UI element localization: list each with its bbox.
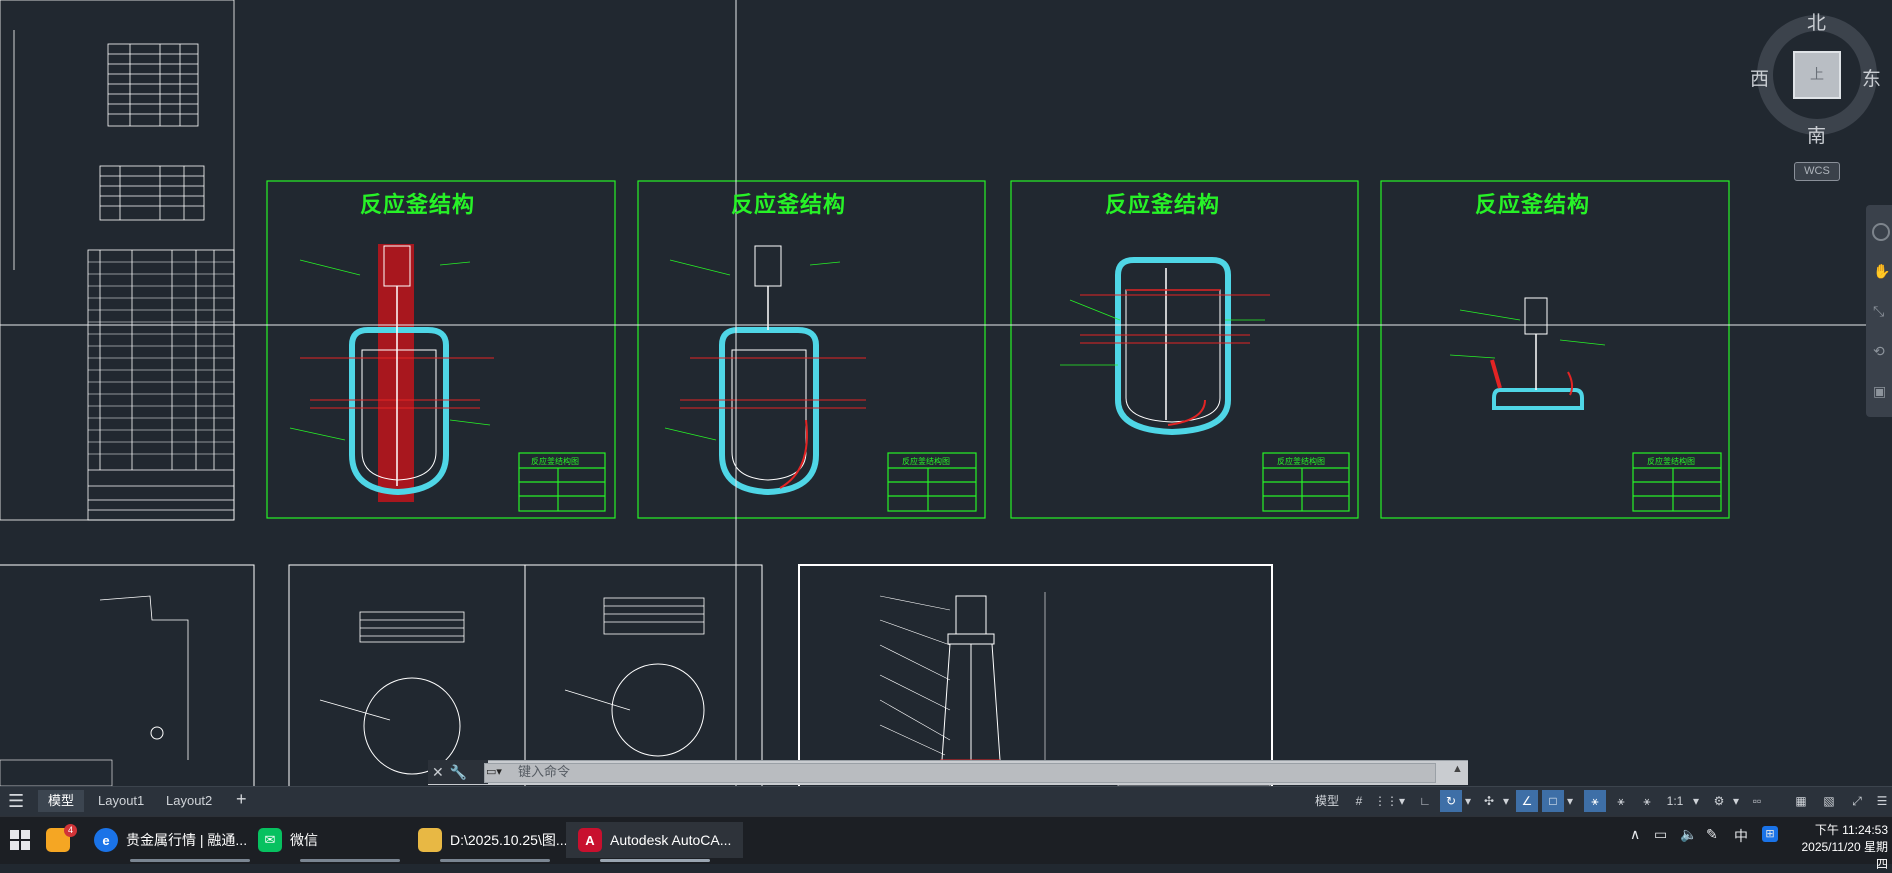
- viewcube-east[interactable]: 东: [1862, 64, 1881, 91]
- object-snap-icon[interactable]: □: [1542, 790, 1564, 812]
- viewcube-west[interactable]: 西: [1750, 64, 1769, 91]
- volume-muted-icon[interactable]: 🔈: [1680, 826, 1697, 843]
- parts-list-rows: [88, 261, 234, 455]
- workspace-gear-icon[interactable]: ⚙: [1708, 790, 1730, 812]
- taskbar-autocad-label: Autodesk AutoCA...: [610, 832, 732, 848]
- command-history-icon[interactable]: ▭▾: [486, 765, 514, 779]
- table-title-1: 反应釜结构图: [531, 457, 579, 466]
- autocad-icon: A: [578, 828, 602, 852]
- viewcube-face-top[interactable]: 上: [1810, 64, 1824, 84]
- taskbar-wechat-label: 微信: [290, 832, 318, 848]
- full-navigation-wheel-icon[interactable]: [1872, 223, 1890, 241]
- navigation-bar[interactable]: ✋ ⤡ ⟲ ▣: [1866, 205, 1892, 417]
- snap-icon[interactable]: ⋮⋮: [1374, 790, 1398, 812]
- iso-dropdown-icon[interactable]: ▾: [1500, 790, 1512, 812]
- isodraft-icon[interactable]: ✣: [1478, 790, 1500, 812]
- clock-date: 2025/11/20 星期四: [1801, 840, 1888, 871]
- scale-dropdown-icon[interactable]: ▾: [1690, 790, 1702, 812]
- tab-model[interactable]: 模型: [38, 790, 85, 812]
- table-title-4: 反应釜结构图: [1647, 457, 1695, 466]
- annotation-scale-value[interactable]: 1:1: [1660, 790, 1690, 812]
- close-icon[interactable]: ✕: [432, 764, 444, 781]
- showmotion-icon[interactable]: ▣: [1873, 383, 1886, 400]
- table-title-3: 反应釜结构图: [1277, 457, 1325, 466]
- frame-title-2: 反应釜结构: [731, 193, 847, 218]
- frame-borders: [266, 180, 1730, 519]
- start-button[interactable]: [10, 822, 30, 858]
- ime-language[interactable]: 中: [1734, 826, 1748, 846]
- status-bar: [0, 786, 1892, 817]
- auto-scale-icon[interactable]: ⚹: [1610, 790, 1632, 812]
- viewcube[interactable]: 北 南 东 西 上: [1750, 8, 1882, 147]
- customization-menu-icon[interactable]: ☰: [1872, 790, 1892, 812]
- wechat-icon: ✉: [258, 828, 282, 852]
- network-icon[interactable]: ▭: [1654, 826, 1667, 843]
- windows-logo-icon: [10, 830, 30, 850]
- chevron-up-icon[interactable]: ▲: [1452, 763, 1463, 775]
- taskbar-browser[interactable]: e 贵金属行情 | 融通...: [94, 822, 247, 858]
- grid-icon[interactable]: #: [1348, 790, 1370, 812]
- reactor-vessel-2: [664, 245, 866, 496]
- taskbar-autocad-indicator: [600, 859, 710, 862]
- detail-sheets: [0, 564, 1273, 786]
- snap-dropdown-icon[interactable]: ▾: [1396, 790, 1408, 812]
- workspace-dropdown-icon[interactable]: ▾: [1730, 790, 1742, 812]
- ime-mode-icon[interactable]: ⊞: [1762, 826, 1778, 842]
- crosshair-cursor: [0, 0, 1892, 786]
- chevron-up-icon[interactable]: ∧: [1630, 826, 1640, 843]
- frame-title-1: 反应釜结构: [360, 193, 476, 218]
- model-space-button[interactable]: 模型: [1310, 790, 1344, 812]
- tab-layout1[interactable]: Layout1: [88, 790, 154, 812]
- viewcube-south[interactable]: 南: [1807, 121, 1826, 148]
- units-icon[interactable]: ▫▫: [1746, 790, 1768, 812]
- frame-title-4: 反应釜结构: [1475, 193, 1591, 218]
- taskbar-browser-label: 贵金属行情 | 融通...: [126, 832, 248, 848]
- annotation-scale-icon[interactable]: ⚹: [1636, 790, 1658, 812]
- polar-tracking-icon[interactable]: ↻: [1440, 790, 1462, 812]
- viewcube-north[interactable]: 北: [1807, 8, 1826, 35]
- tab-layout2[interactable]: Layout2: [156, 790, 222, 812]
- notification-badge: 4: [64, 824, 78, 837]
- orbit-icon[interactable]: ⟲: [1873, 343, 1885, 360]
- taskbar-explorer[interactable]: D:\2025.10.25\图...: [418, 822, 568, 858]
- taskbar-explorer-label: D:\2025.10.25\图...: [450, 832, 568, 848]
- folder-icon: [418, 828, 442, 852]
- annotation-visibility-icon[interactable]: ⚹: [1584, 790, 1606, 812]
- browser-icon: e: [94, 828, 118, 852]
- clean-screen-icon[interactable]: ⤢: [1846, 790, 1868, 812]
- model-space-viewport[interactable]: 反应釜结构 反应釜结构 反应釜结构 反应釜结构 反应釜结构图 反应釜结构图 反应…: [0, 0, 1892, 786]
- osnap-dropdown-icon[interactable]: ▾: [1564, 790, 1576, 812]
- pan-icon[interactable]: ✋: [1873, 263, 1890, 280]
- taskbar-browser-indicator: [130, 859, 250, 862]
- taskbar-explorer-indicator: [440, 859, 550, 862]
- hardware-acceleration-icon[interactable]: ▧: [1818, 790, 1840, 812]
- hamburger-menu-icon[interactable]: ☰: [8, 791, 24, 812]
- taskbar-clock[interactable]: 下午 11:24:53 2025/11/20 星期四: [1790, 822, 1888, 873]
- zoom-icon[interactable]: ⤡: [1873, 303, 1884, 320]
- polar-dropdown-icon[interactable]: ▾: [1462, 790, 1474, 812]
- table-title-2: 反应釜结构图: [902, 457, 950, 466]
- add-layout-icon[interactable]: +: [236, 789, 247, 810]
- wcs-menu[interactable]: WCS: [1794, 162, 1840, 181]
- reactor-vessel-1: [289, 244, 494, 502]
- customize-wrench-icon[interactable]: 🔧: [450, 764, 467, 781]
- reactor-vessel-3: [1060, 257, 1270, 436]
- taskbar-wechat[interactable]: ✉ 微信: [258, 822, 318, 858]
- taskbar-store-app[interactable]: 4: [46, 822, 78, 858]
- command-line-tools: ✕ 🔧: [428, 760, 488, 784]
- frame-title-3: 反应釜结构: [1105, 193, 1221, 218]
- taskbar-wechat-indicator: [300, 859, 400, 862]
- taskbar-autocad[interactable]: A Autodesk AutoCA...: [566, 822, 744, 858]
- pen-icon[interactable]: ✎: [1706, 826, 1718, 843]
- object-snap-tracking-icon[interactable]: ∠: [1516, 790, 1538, 812]
- cad-drawing[interactable]: [0, 0, 1892, 786]
- isolate-objects-icon[interactable]: ▦: [1790, 790, 1812, 812]
- command-input[interactable]: [484, 763, 1436, 783]
- command-placeholder: 键入命令: [518, 764, 571, 779]
- reactor-vessel-4: [1449, 297, 1606, 410]
- ortho-icon[interactable]: ∟: [1414, 790, 1436, 812]
- clock-time: 下午 11:24:53: [1814, 823, 1888, 837]
